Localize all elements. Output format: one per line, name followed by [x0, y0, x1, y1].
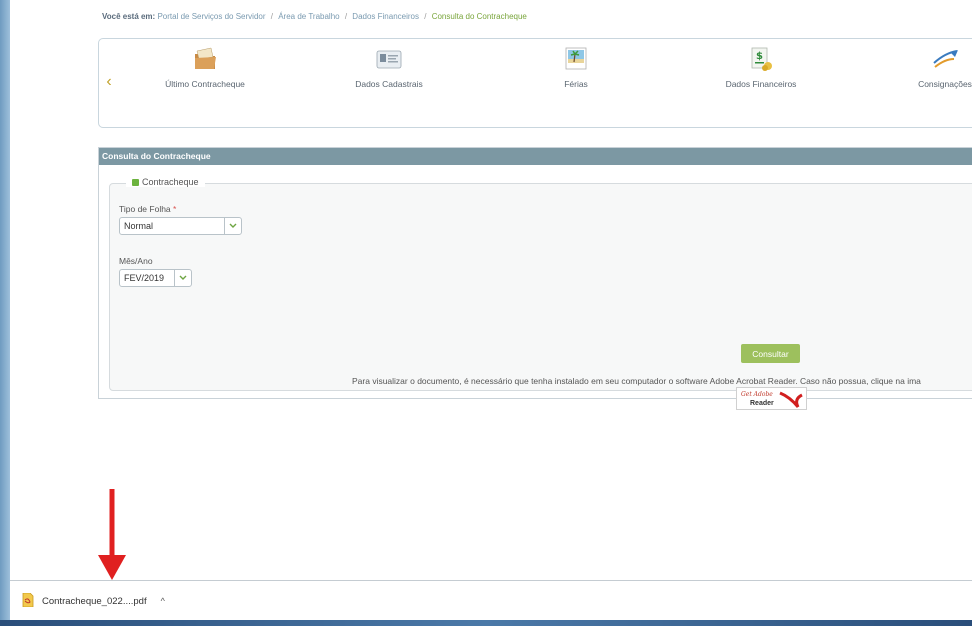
fieldset-legend[interactable]: Contracheque — [126, 177, 205, 187]
consultar-button[interactable]: Consultar — [741, 344, 800, 363]
get-adobe-reader-badge[interactable]: Get Adobe Reader — [736, 387, 807, 410]
shortcut-label: Consignações — [918, 79, 972, 89]
download-filename: Contracheque_022....pdf — [42, 595, 147, 607]
breadcrumb-separator: / — [270, 12, 273, 21]
shortcut-label: Dados Cadastrais — [355, 79, 423, 89]
shortcut-consignacoes[interactable]: Consignações — [875, 45, 972, 89]
os-taskbar — [0, 620, 972, 626]
shortcut-ferias[interactable]: Férias — [506, 45, 646, 89]
adobe-reader-icon — [779, 391, 803, 408]
shortcut-label: Férias — [564, 79, 588, 89]
tipo-folha-label-text: Tipo de Folha — [119, 204, 171, 214]
tipo-folha-value: Normal — [124, 221, 154, 231]
pdf-file-icon — [22, 592, 34, 609]
chevron-left-icon[interactable]: ‹ — [102, 73, 116, 91]
fieldset-legend-label: Contracheque — [142, 177, 199, 187]
beach-picture-icon — [562, 45, 590, 73]
chevron-down-icon — [174, 270, 191, 286]
shortcut-dados-cadastrais[interactable]: Dados Cadastrais — [319, 45, 459, 89]
browser-download-bar: Contracheque_022....pdf ^ — [10, 580, 972, 620]
chevron-up-icon[interactable]: ^ — [161, 596, 165, 606]
collapse-square-icon — [132, 178, 139, 186]
window-frame-left — [0, 0, 10, 626]
breadcrumb-current: Consulta do Contracheque — [431, 12, 527, 21]
required-mark: * — [173, 204, 177, 214]
breadcrumb-lead: Você está em: — [102, 12, 156, 21]
shortcut-ultimo-contracheque[interactable]: Último Contracheque — [135, 45, 275, 89]
panel-title: Consulta do Contracheque — [99, 148, 972, 165]
shortcut-label: Último Contracheque — [165, 79, 245, 89]
shortcut-label: Dados Financeiros — [725, 79, 797, 89]
tipo-folha-select[interactable]: Normal — [119, 217, 242, 235]
chevron-down-icon — [224, 218, 241, 234]
mes-ano-select[interactable]: FEV/2019 — [119, 269, 192, 287]
breadcrumb-item-dados-financeiros[interactable]: Dados Financeiros — [352, 12, 419, 21]
id-card-icon — [375, 45, 403, 73]
page-content: Você está em: Portal de Serviços do Serv… — [10, 0, 972, 580]
mes-ano-value: FEV/2019 — [124, 273, 165, 283]
mes-ano-label: Mês/Ano — [119, 256, 153, 266]
red-down-arrow-icon — [98, 489, 126, 583]
money-icon: $ — [747, 45, 775, 73]
adobe-badge-line1: Get Adobe — [741, 391, 773, 398]
tipo-folha-label: Tipo de Folha * — [119, 204, 176, 214]
folder-icon — [191, 45, 219, 73]
adobe-badge-line2: Reader — [750, 400, 774, 407]
breadcrumb: Você está em: Portal de Serviços do Serv… — [102, 12, 527, 21]
download-item[interactable]: Contracheque_022....pdf ^ — [10, 581, 190, 621]
breadcrumb-separator: / — [344, 12, 348, 21]
breadcrumb-item-portal[interactable]: Portal de Serviços do Servidor — [157, 12, 265, 21]
airplane-icon — [931, 45, 959, 73]
breadcrumb-item-area-trabalho[interactable]: Área de Trabalho — [278, 12, 339, 21]
svg-text:$: $ — [756, 51, 763, 62]
consulta-panel: Consulta do Contracheque Contracheque Ti… — [98, 147, 972, 410]
contracheque-fieldset: Contracheque Tipo de Folha * Normal Mês/… — [109, 177, 972, 410]
shortcut-carousel: ‹ Último Contracheque Dados Cadastrais F… — [98, 38, 972, 128]
adobe-notice-text: Para visualizar o documento, é necessári… — [352, 376, 921, 386]
shortcut-dados-financeiros[interactable]: $ Dados Financeiros — [691, 45, 831, 89]
breadcrumb-separator: / — [424, 12, 427, 21]
